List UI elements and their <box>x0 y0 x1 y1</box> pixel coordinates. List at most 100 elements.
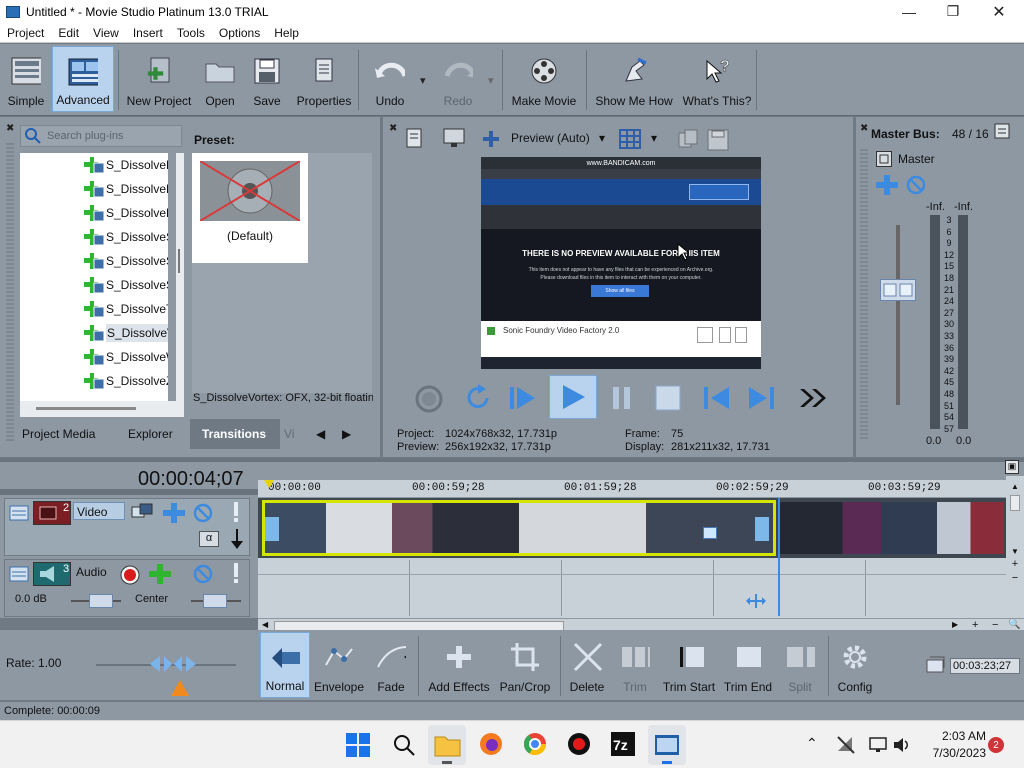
add-effects-button[interactable]: Add Effects <box>426 632 492 698</box>
preview-quality-dropdown[interactable]: Preview (Auto) ▾ <box>511 131 605 145</box>
show-me-how-button[interactable]: Show Me How <box>592 46 676 112</box>
zoom-tool-icon[interactable]: 🔍 <box>1008 619 1020 630</box>
show-hidden-icons[interactable]: ⌃ <box>806 735 818 752</box>
trim-button[interactable]: Trim <box>612 632 658 698</box>
movie-studio-taskbar-button[interactable] <box>648 725 686 765</box>
plugin-tree-item[interactable]: S_DissolveSp <box>84 249 168 273</box>
plugin-tree-item[interactable]: S_DissolveW <box>84 345 168 369</box>
bus-mute-icon[interactable] <box>906 175 926 195</box>
clock-date[interactable]: 7/30/2023 <box>920 746 986 760</box>
stop-button[interactable] <box>653 383 683 413</box>
loop-start-marker[interactable] <box>264 480 274 488</box>
close-button[interactable]: ✕ <box>976 0 1022 23</box>
plugin-tree-item[interactable]: S_DissolveRa <box>84 201 168 225</box>
clock-time[interactable]: 2:03 AM <box>920 729 986 743</box>
pan-slider-handle[interactable] <box>203 594 227 608</box>
menu-tools[interactable]: Tools <box>170 26 212 40</box>
split-button[interactable]: Split <box>776 632 824 698</box>
track-fx-icon[interactable] <box>149 564 171 584</box>
plugin-tree-item[interactable]: S_DissolvePu <box>84 177 168 201</box>
scroll-thumb[interactable] <box>1010 495 1020 511</box>
normal-edit-tool-button[interactable]: Normal <box>260 632 310 698</box>
redo-dropdown-icon[interactable]: ▾ <box>488 74 494 87</box>
record-button-disabled[interactable] <box>415 385 443 413</box>
play-button[interactable] <box>549 375 597 419</box>
pause-button[interactable] <box>607 383 637 413</box>
plugin-tree-item[interactable]: S_DissolveSt <box>84 273 168 297</box>
tab-video-fx[interactable]: Vi <box>280 419 308 449</box>
tree-vertical-scrollbar[interactable] <box>176 153 184 401</box>
compositing-mode-icon[interactable] <box>131 503 153 523</box>
chrome-icon[interactable] <box>522 731 548 757</box>
track-fx-icon[interactable] <box>163 503 185 523</box>
volume-icon[interactable] <box>892 735 912 755</box>
file-explorer-taskbar-button[interactable] <box>428 725 466 765</box>
overlays-grid-icon[interactable] <box>619 129 643 149</box>
copy-snapshot-icon[interactable] <box>677 129 699 151</box>
firefox-icon[interactable] <box>478 731 504 757</box>
taskbar-search-icon[interactable] <box>392 733 416 757</box>
panel-close-icon[interactable]: ✖ <box>6 123 14 134</box>
properties-button[interactable]: Properties <box>294 46 354 112</box>
menu-insert[interactable]: Insert <box>126 26 170 40</box>
network-disconnected-icon[interactable] <box>836 735 856 755</box>
scroll-right-icon[interactable]: ▶ <box>952 620 958 629</box>
scroll-left-icon[interactable]: ◀ <box>262 620 268 629</box>
menu-help[interactable]: Help <box>267 26 306 40</box>
fade-tool-button[interactable]: Fade <box>368 632 414 698</box>
panel-grip[interactable] <box>860 149 868 439</box>
alpha-composite-icon[interactable]: α <box>199 531 219 547</box>
new-project-button[interactable]: New Project <box>124 46 194 112</box>
timeline-properties-icon[interactable]: ▣ <box>1005 460 1019 474</box>
timeline-vertical-scrollbar[interactable]: ▲ ▼ + − <box>1006 476 1024 618</box>
plugin-tree-item[interactable]: S_DissolveVo <box>84 321 168 345</box>
scroll-up-icon[interactable]: ▲ <box>1006 482 1024 491</box>
go-to-end-button[interactable] <box>747 383 777 413</box>
simple-button[interactable]: Simple <box>4 46 48 112</box>
menu-project[interactable]: Project <box>0 26 51 40</box>
video-track-header[interactable]: 2 Video α <box>4 498 250 556</box>
track-expand-icon[interactable] <box>9 564 29 584</box>
plugin-tree-item[interactable]: S_DissolvePix <box>84 153 168 177</box>
arm-for-record-icon[interactable] <box>119 564 141 586</box>
loop-playback-button[interactable] <box>463 383 493 413</box>
external-monitor-icon[interactable] <box>443 127 465 149</box>
7zip-icon[interactable]: 7z <box>610 731 636 757</box>
undo-button[interactable]: Undo <box>368 46 412 112</box>
notification-badge[interactable]: 2 <box>988 737 1004 753</box>
tree-horizontal-scrollbar[interactable] <box>20 401 184 417</box>
save-snapshot-icon[interactable] <box>707 129 729 151</box>
menu-edit[interactable]: Edit <box>51 26 86 40</box>
save-button[interactable]: Save <box>248 46 286 112</box>
composite-down-arrow-icon[interactable] <box>231 529 243 551</box>
make-movie-button[interactable]: Make Movie <box>508 46 580 112</box>
video-track-name[interactable]: Video <box>73 502 125 520</box>
video-clip-selected[interactable] <box>262 500 776 556</box>
bandicam-icon[interactable] <box>566 731 592 757</box>
tab-explorer[interactable]: Explorer <box>116 419 190 449</box>
trim-end-button[interactable]: Trim End <box>722 632 774 698</box>
tab-transitions[interactable]: Transitions <box>190 419 280 449</box>
pan-crop-button[interactable]: Pan/Crop <box>496 632 554 698</box>
panel-close-icon[interactable]: ✖ <box>389 123 397 134</box>
video-clip[interactable] <box>780 502 1004 554</box>
advanced-button[interactable]: Advanced <box>52 46 114 112</box>
whats-this-button[interactable]: ? What's This? <box>682 46 752 112</box>
mute-track-icon[interactable] <box>193 564 213 584</box>
bus-fx-icon[interactable] <box>876 175 898 195</box>
undo-dropdown-icon[interactable]: ▾ <box>420 74 426 87</box>
display-icon[interactable] <box>868 735 888 755</box>
clip-right-handle[interactable] <box>755 517 769 541</box>
delete-button[interactable]: Delete <box>566 632 608 698</box>
solo-track-icon[interactable] <box>231 501 241 523</box>
clip-fx-icon[interactable] <box>703 527 717 539</box>
menu-options[interactable]: Options <box>212 26 267 40</box>
time-ruler[interactable]: 00:00:00 00:00:59;28 00:01:59;28 00:02:5… <box>258 480 1006 498</box>
overlays-dropdown-icon[interactable]: ▾ <box>651 131 657 145</box>
audio-track-header[interactable]: 3 Audio 0.0 dB Center <box>4 559 250 617</box>
audio-track-name[interactable]: Audio <box>73 563 123 581</box>
scroll-down-icon[interactable]: ▼ <box>1006 547 1024 556</box>
cursor-playhead[interactable] <box>778 498 780 616</box>
trim-start-button[interactable]: Trim Start <box>660 632 718 698</box>
master-fader-handle[interactable] <box>880 279 916 301</box>
